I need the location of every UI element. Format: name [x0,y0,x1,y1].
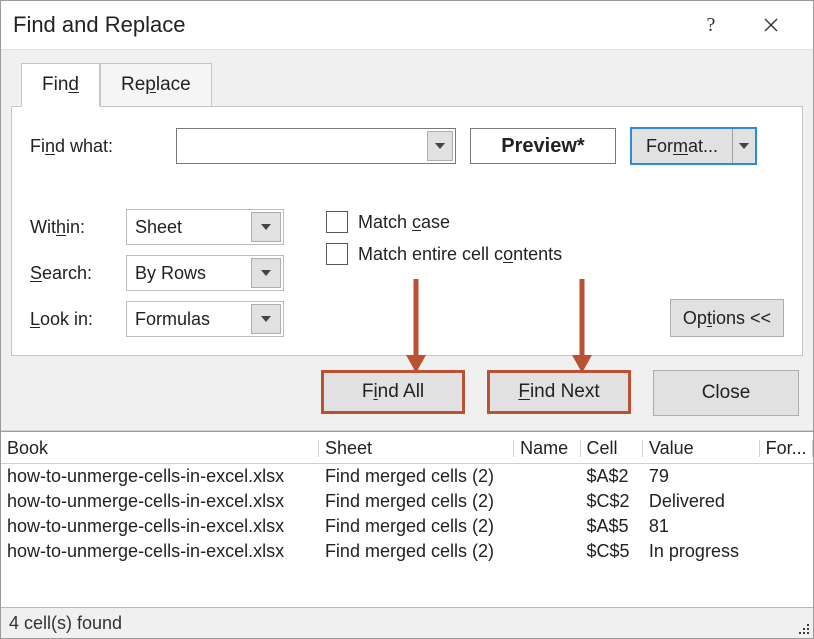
cell-book: how-to-unmerge-cells-in-excel.xlsx [1,489,319,514]
cell-formula [760,464,813,490]
chevron-down-icon [261,270,271,276]
titlebar: Find and Replace ? [1,1,813,49]
options-checkboxes: Match case Match entire cell contents [326,209,562,337]
cell-value: In progress [643,539,760,564]
results-table: Book Sheet Name Cell Value For... how-to… [1,432,813,564]
format-preview: Preview* [470,128,616,164]
cell-formula [760,539,813,564]
find-what-row: Find what: Preview* Format... [30,127,784,165]
statusbar: 4 cell(s) found [1,607,813,638]
col-header-cell[interactable]: Cell [581,432,643,464]
col-header-name[interactable]: Name [514,432,580,464]
lookin-dropdown[interactable] [251,304,281,334]
cell-cell: $A$2 [581,464,643,490]
results-row[interactable]: how-to-unmerge-cells-in-excel.xlsx Find … [1,489,813,514]
find-next-button[interactable]: Find Next [487,370,631,414]
cell-book: how-to-unmerge-cells-in-excel.xlsx [1,514,319,539]
format-button-dropdown[interactable] [732,129,755,163]
cell-formula [760,514,813,539]
cell-sheet: Find merged cells (2) [319,539,514,564]
results-row[interactable]: how-to-unmerge-cells-in-excel.xlsx Find … [1,464,813,490]
cell-name [514,489,580,514]
tab-replace[interactable]: Replace [100,63,212,107]
dialog-title: Find and Replace [13,12,185,38]
cell-sheet: Find merged cells (2) [319,514,514,539]
search-label: Search: [30,263,126,284]
col-header-book[interactable]: Book [1,432,319,464]
cell-book: how-to-unmerge-cells-in-excel.xlsx [1,464,319,490]
results-header-row: Book Sheet Name Cell Value For... [1,432,813,464]
chevron-down-icon [261,316,271,322]
within-label: Within: [30,217,126,238]
upper-area: Find Replace Find what: Preview* Format.… [1,49,813,431]
options-left: Within: Sheet Search: By Rows Look in: F… [30,209,284,337]
match-entire-checkbox[interactable]: Match entire cell contents [326,243,562,265]
col-header-value[interactable]: Value [643,432,760,464]
results-pane: Book Sheet Name Cell Value For... how-to… [1,431,813,564]
results-row[interactable]: how-to-unmerge-cells-in-excel.xlsx Find … [1,514,813,539]
results-body: how-to-unmerge-cells-in-excel.xlsx Find … [1,464,813,565]
search-dropdown[interactable] [251,258,281,288]
options-panel: Find what: Preview* Format... Within: Sh… [11,106,803,356]
help-button[interactable]: ? [681,1,741,49]
checkbox-icon [326,211,348,233]
col-header-formula[interactable]: For... [760,432,813,464]
within-value: Sheet [127,210,249,244]
format-button-label: Format... [632,129,732,163]
find-what-combo[interactable] [176,128,456,164]
cell-cell: $C$5 [581,539,643,564]
status-text: 4 cell(s) found [9,613,122,634]
within-combo[interactable]: Sheet [126,209,284,245]
format-button[interactable]: Format... [630,127,757,165]
cell-name [514,464,580,490]
chevron-down-icon [261,224,271,230]
options-toggle-button[interactable]: Options << [670,299,784,337]
close-icon [763,17,779,33]
cell-sheet: Find merged cells (2) [319,489,514,514]
cell-name [514,539,580,564]
search-combo[interactable]: By Rows [126,255,284,291]
close-button[interactable]: Close [653,370,799,416]
search-value: By Rows [127,256,249,290]
cell-formula [760,489,813,514]
tabstrip: Find Replace [9,58,805,106]
checkbox-icon [326,243,348,265]
find-what-dropdown[interactable] [427,131,453,161]
tab-find[interactable]: Find [21,63,100,107]
col-header-sheet[interactable]: Sheet [319,432,514,464]
cell-cell: $A$5 [581,514,643,539]
cell-book: how-to-unmerge-cells-in-excel.xlsx [1,539,319,564]
resize-grip-icon[interactable] [796,621,810,635]
lookin-label: Look in: [30,309,126,330]
find-what-label: Find what: [30,136,162,157]
cell-value: Delivered [643,489,760,514]
chevron-down-icon [435,143,445,149]
within-dropdown[interactable] [251,212,281,242]
cell-cell: $C$2 [581,489,643,514]
find-replace-dialog: Find and Replace ? Find Replace Find wha… [0,0,814,639]
close-window-button[interactable] [741,1,801,49]
lookin-combo[interactable]: Formulas [126,301,284,337]
find-all-button[interactable]: Find All [321,370,465,414]
cell-name [514,514,580,539]
find-what-input[interactable] [177,129,425,163]
chevron-down-icon [739,143,749,149]
cell-sheet: Find merged cells (2) [319,464,514,490]
cell-value: 79 [643,464,760,490]
lookin-value: Formulas [127,302,249,336]
cell-value: 81 [643,514,760,539]
match-case-checkbox[interactable]: Match case [326,211,562,233]
button-row: Find All Find Next Close [9,370,805,416]
results-row[interactable]: how-to-unmerge-cells-in-excel.xlsx Find … [1,539,813,564]
